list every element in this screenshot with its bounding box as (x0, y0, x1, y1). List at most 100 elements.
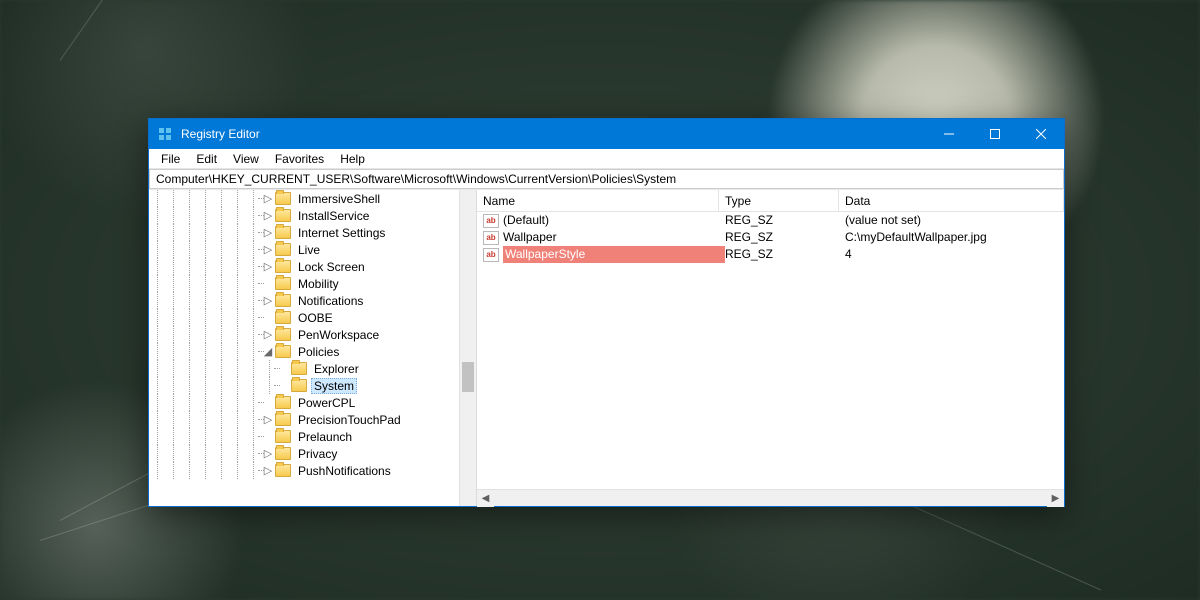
expander-icon[interactable] (261, 394, 275, 411)
expander-icon[interactable] (261, 309, 275, 326)
value-data: (value not set) (845, 212, 1064, 229)
tree-item-label: Policies (295, 345, 342, 359)
tree-item-label: ImmersiveShell (295, 192, 383, 206)
tree-item[interactable]: ▷ PenWorkspace (149, 326, 459, 343)
key-tree[interactable]: ▷ ImmersiveShell ▷ InstallService ▷ Internet … (149, 190, 459, 506)
folder-icon (275, 413, 291, 426)
tree-item-label: PenWorkspace (295, 328, 382, 342)
tree-item[interactable]: ◢ Policies (149, 343, 459, 360)
values-header: Name Type Data (477, 190, 1064, 212)
tree-scrollbar[interactable] (459, 190, 476, 506)
string-value-icon: ab (483, 248, 499, 262)
folder-icon (275, 328, 291, 341)
tree-item-label: InstallService (295, 209, 372, 223)
column-type[interactable]: Type (719, 190, 839, 212)
content-area: ▷ ImmersiveShell ▷ InstallService ▷ Internet … (149, 189, 1064, 506)
expander-icon[interactable]: ▷ (261, 445, 275, 462)
expander-icon[interactable]: ▷ (261, 241, 275, 258)
tree-item[interactable]: PowerCPL (149, 394, 459, 411)
registry-editor-window: Registry Editor File Edit View Favorites… (148, 118, 1065, 507)
expander-icon[interactable] (261, 428, 275, 445)
value-name: (Default) (503, 212, 725, 229)
folder-icon (275, 464, 291, 477)
tree-item[interactable]: ▷ Privacy (149, 445, 459, 462)
tree-item[interactable]: ▷PushNotifications (149, 462, 459, 479)
expander-icon[interactable]: ▷ (261, 258, 275, 275)
folder-icon (275, 345, 291, 358)
value-row[interactable]: abWallpaperREG_SZC:\myDefaultWallpaper.j… (477, 229, 1064, 246)
tree-item-label: Mobility (295, 277, 342, 291)
expander-icon[interactable]: ▷ (261, 462, 275, 479)
menubar: File Edit View Favorites Help (149, 149, 1064, 169)
titlebar[interactable]: Registry Editor (149, 119, 1064, 149)
menu-help[interactable]: Help (332, 150, 373, 168)
folder-icon (275, 396, 291, 409)
column-data[interactable]: Data (839, 190, 1064, 212)
string-value-icon: ab (483, 231, 499, 245)
folder-icon (275, 447, 291, 460)
folder-icon (291, 379, 307, 392)
tree-item[interactable]: ▷PrecisionTouchPad (149, 411, 459, 428)
tree-item[interactable]: OOBE (149, 309, 459, 326)
menu-file[interactable]: File (153, 150, 188, 168)
folder-icon (275, 430, 291, 443)
expander-icon[interactable] (261, 275, 275, 292)
expander-icon[interactable]: ◢ (261, 343, 275, 360)
tree-item-label: PowerCPL (295, 396, 358, 410)
close-button[interactable] (1018, 119, 1064, 149)
tree-item-label: Lock Screen (295, 260, 368, 274)
expander-icon[interactable] (277, 360, 291, 377)
maximize-button[interactable] (972, 119, 1018, 149)
scrollbar-thumb[interactable] (462, 362, 474, 392)
scroll-left-icon[interactable]: ◀ (477, 490, 494, 507)
folder-icon (275, 243, 291, 256)
menu-edit[interactable]: Edit (188, 150, 225, 168)
tree-item[interactable]: ▷ Internet Settings (149, 224, 459, 241)
value-row[interactable]: ab (Default)REG_SZ(value not set) (477, 212, 1064, 229)
address-bar[interactable]: Computer\HKEY_CURRENT_USER\Software\Micr… (149, 169, 1064, 189)
tree-item[interactable]: ▷ InstallService (149, 207, 459, 224)
values-hscrollbar[interactable]: ◀ ▶ (477, 489, 1064, 506)
tree-item-label: Internet Settings (295, 226, 388, 240)
tree-pane: ▷ ImmersiveShell ▷ InstallService ▷ Internet … (149, 190, 477, 506)
tree-item[interactable]: Prelaunch (149, 428, 459, 445)
menu-view[interactable]: View (225, 150, 267, 168)
tree-item-label: Live (295, 243, 323, 257)
value-type: REG_SZ (725, 212, 845, 229)
folder-icon (275, 260, 291, 273)
menu-favorites[interactable]: Favorites (267, 150, 332, 168)
tree-item-label: OOBE (295, 311, 336, 325)
tree-item-label: Privacy (295, 447, 340, 461)
expander-icon[interactable]: ▷ (261, 224, 275, 241)
expander-icon[interactable]: ▷ (261, 207, 275, 224)
window-title: Registry Editor (181, 127, 260, 141)
tree-item[interactable]: ▷ ImmersiveShell (149, 190, 459, 207)
scroll-right-icon[interactable]: ▶ (1047, 490, 1064, 507)
tree-item[interactable]: Mobility (149, 275, 459, 292)
value-row[interactable]: abWallpaperStyleREG_SZ4 (477, 246, 1064, 263)
value-name: Wallpaper (503, 229, 725, 246)
folder-icon (275, 294, 291, 307)
folder-icon (275, 277, 291, 290)
tree-item[interactable]: ▷ Live (149, 241, 459, 258)
expander-icon[interactable]: ▷ (261, 292, 275, 309)
column-name[interactable]: Name (477, 190, 719, 212)
minimize-button[interactable] (926, 119, 972, 149)
tree-item[interactable]: ▷ Lock Screen (149, 258, 459, 275)
expander-icon[interactable]: ▷ (261, 190, 275, 207)
tree-item[interactable]: ▷Notifications (149, 292, 459, 309)
expander-icon[interactable]: ▷ (261, 326, 275, 343)
tree-item-label: System (311, 378, 357, 394)
folder-icon (275, 209, 291, 222)
regedit-icon (157, 126, 173, 142)
tree-item[interactable]: Explorer (149, 360, 459, 377)
expander-icon[interactable]: ▷ (261, 411, 275, 428)
tree-item[interactable]: System (149, 377, 459, 394)
expander-icon[interactable] (277, 377, 291, 394)
folder-icon (275, 226, 291, 239)
values-list[interactable]: ab (Default)REG_SZ(value not set) ab Wallpa… (477, 212, 1064, 489)
string-value-icon: ab (483, 214, 499, 228)
values-pane: Name Type Data ab (Default)REG_SZ(value n… (477, 190, 1064, 506)
value-name: WallpaperStyle (503, 246, 725, 263)
tree-item-label: Prelaunch (295, 430, 355, 444)
